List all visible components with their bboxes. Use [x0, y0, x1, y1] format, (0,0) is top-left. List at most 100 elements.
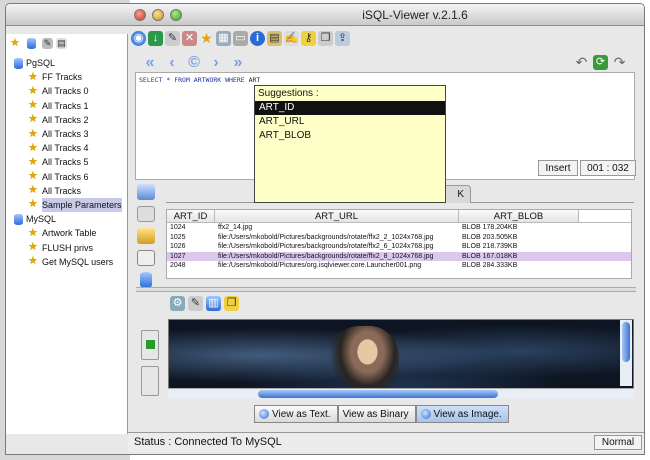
suggestion-item[interactable]: ART_URL: [255, 115, 445, 129]
pen-icon[interactable]: ✍: [284, 30, 299, 46]
delete-bookmark-icon[interactable]: ▤: [56, 38, 67, 49]
film-icon[interactable]: [137, 250, 155, 266]
scroll-thumb[interactable]: [622, 322, 630, 362]
suggestions-title: Suggestions :: [258, 88, 319, 99]
print-icon[interactable]: ▭: [233, 30, 248, 46]
tree-group-mysql[interactable]: MySQL: [8, 212, 126, 226]
table-cell: file:/Users/mkobold/Pictures/backgrounds…: [218, 233, 434, 241]
tab-view-as-image[interactable]: View as Image.: [415, 405, 509, 423]
tree-item[interactable]: ★ Artwork Table: [8, 226, 126, 240]
tree-item[interactable]: ★ All Tracks 4: [8, 141, 126, 155]
tree-item[interactable]: ★ All Tracks 3: [8, 127, 126, 141]
gear-icon[interactable]: ⚙: [170, 296, 185, 311]
tab-view-as-binary[interactable]: View as Binary: [337, 405, 416, 423]
refresh-icon[interactable]: ©: [185, 55, 203, 71]
table-row-selected[interactable]: 1027 file:/Users/mkobold/Pictures/backgr…: [167, 251, 631, 261]
suggestion-item[interactable]: ART_ID: [255, 101, 445, 115]
copy-icon[interactable]: ❐: [318, 30, 333, 46]
table-cell: file:/Users/mkobold/Pictures/org.isqlvie…: [218, 262, 422, 269]
table-row[interactable]: 1024 ffx2_14.jpg BLOB 178.204KB: [167, 223, 631, 233]
table-row[interactable]: 1026 file:/Users/mkobold/Pictures/backgr…: [167, 242, 631, 252]
tree-item[interactable]: ★ All Tracks 6: [8, 170, 126, 184]
export-icon[interactable]: ❐: [224, 296, 239, 311]
undo-icon[interactable]: ↶: [574, 55, 589, 70]
results-side-toolbar: [137, 184, 159, 288]
table-cell: 1027: [170, 252, 186, 260]
sql-partial-token: ART: [248, 76, 261, 84]
column-header[interactable]: ART_URL: [215, 210, 459, 222]
document-icon[interactable]: [141, 366, 159, 396]
forward-icon[interactable]: ›: [207, 55, 225, 71]
wrench-icon[interactable]: ✕: [182, 30, 197, 46]
last-icon[interactable]: »: [229, 55, 247, 71]
results-table: ART_ID ART_URL ART_BLOB 1024 ffx2_14.jpg…: [166, 209, 632, 279]
cursor-position: 001 : 032: [580, 160, 636, 176]
tree-item-label: All Tracks 2: [42, 114, 89, 125]
back-icon[interactable]: ‹: [163, 55, 181, 71]
green-indicator-icon[interactable]: [141, 330, 159, 360]
suggestion-item[interactable]: ART_BLOB: [255, 129, 445, 143]
image-viewer[interactable]: [168, 319, 634, 399]
table-row[interactable]: 2048 file:/Users/mkobold/Pictures/org.is…: [167, 261, 631, 271]
edit-icon[interactable]: ✎: [165, 30, 180, 46]
table-cell: ffx2_14.jpg: [218, 224, 253, 231]
tree-group-label: MySQL: [26, 214, 57, 225]
database-icon[interactable]: [140, 272, 152, 288]
scroll-thumb[interactable]: [258, 390, 498, 398]
tree-group-pgsql[interactable]: PgSQL: [8, 56, 126, 70]
connect-icon[interactable]: ↓: [148, 30, 163, 46]
execute-icon[interactable]: ⟳: [593, 55, 608, 70]
column-header[interactable]: ART_BLOB: [459, 210, 579, 222]
table-row[interactable]: 1025 file:/Users/mkobold/Pictures/backgr…: [167, 233, 631, 243]
database-icon[interactable]: ▥: [206, 296, 221, 311]
tree-item[interactable]: ★ All Tracks 1: [8, 99, 126, 113]
tree-item[interactable]: ★ All Tracks 5: [8, 155, 126, 169]
tree-item[interactable]: ★ All Tracks 2: [8, 113, 126, 127]
export-icon[interactable]: ⇪: [335, 30, 350, 46]
tree-group-label: PgSQL: [26, 58, 56, 69]
table-cell: BLOB 218.739KB: [462, 243, 518, 250]
tab-view-as-text[interactable]: View as Text.: [254, 405, 338, 423]
table-cell: BLOB 167.018KB: [462, 252, 518, 260]
column-header[interactable]: ART_ID: [167, 210, 215, 222]
add-bookmark-icon[interactable]: ★: [10, 38, 21, 49]
split-pane-divider[interactable]: [136, 287, 636, 292]
info-icon[interactable]: i: [250, 30, 265, 46]
result-window-icon[interactable]: [137, 184, 155, 200]
tree-item-selected[interactable]: ★ Sample Parameters: [8, 197, 126, 212]
view-image-icon: [420, 409, 431, 419]
insert-mode-indicator: Insert: [538, 160, 578, 176]
star-icon[interactable]: ★: [199, 30, 214, 46]
tree-item[interactable]: ★ FF Tracks: [8, 70, 126, 84]
lock-icon[interactable]: [137, 228, 155, 244]
database-icon[interactable]: ▦: [216, 30, 231, 46]
tab-label: View as Image.: [433, 408, 502, 420]
filter-icon[interactable]: [137, 206, 155, 222]
view-mode-tabs: View as Text. View as Binary View as Ima…: [254, 405, 509, 423]
lower-side-toolbar: [141, 330, 161, 402]
star-icon: ★: [28, 127, 38, 140]
edit-icon[interactable]: ✎: [188, 296, 203, 311]
tree-item[interactable]: ★ FLUSH privs: [8, 240, 126, 254]
tree-item[interactable]: ★ All Tracks 0: [8, 84, 126, 98]
tree-item[interactable]: ★ All Tracks: [8, 184, 126, 198]
star-icon: ★: [28, 226, 38, 239]
edit-bookmark-icon[interactable]: ✎: [42, 38, 53, 49]
star-icon: ★: [28, 70, 38, 83]
folder-icon[interactable]: [27, 38, 36, 49]
image-vertical-scrollbar[interactable]: [620, 320, 632, 386]
image-horizontal-scrollbar[interactable]: [168, 388, 634, 399]
redo-icon[interactable]: ↷: [612, 55, 627, 70]
status-mode: Normal: [594, 435, 642, 450]
tree-item[interactable]: ★ Get MySQL users: [8, 255, 126, 269]
star-icon: ★: [28, 198, 38, 211]
globe-icon[interactable]: ◉: [131, 30, 146, 46]
note-icon[interactable]: ▤: [267, 30, 282, 46]
first-icon[interactable]: «: [141, 55, 159, 71]
tree-item-label: Artwork Table: [42, 228, 97, 239]
star-icon: ★: [28, 84, 38, 97]
table-cell: BLOB 203.505KB: [462, 233, 518, 241]
table-cell: BLOB 178.204KB: [462, 224, 518, 231]
key-icon[interactable]: ⚷: [301, 30, 316, 46]
tree-item-label: Sample Parameters: [42, 197, 122, 212]
